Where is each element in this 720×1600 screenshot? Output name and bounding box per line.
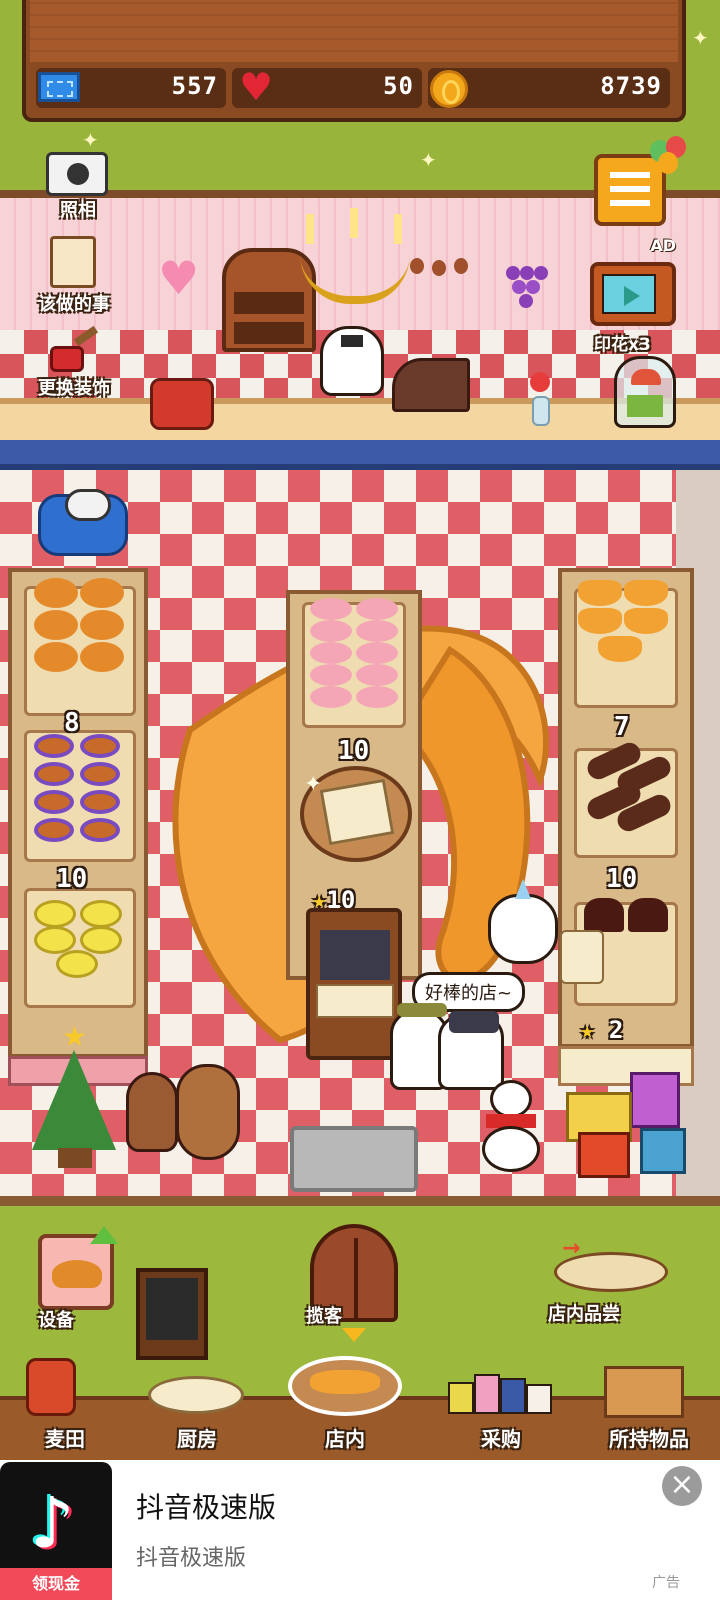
ad-badge: AD <box>650 236 676 255</box>
bread-loaf-decor <box>392 358 470 412</box>
ad-title[interactable]: 抖音极速版 <box>136 1486 276 1526</box>
unicorn-customer[interactable] <box>488 879 558 964</box>
shop-buildings-icon <box>448 1374 556 1414</box>
bread-basket-icon <box>288 1356 402 1416</box>
heart-ornament-icon: ♥ <box>158 251 200 305</box>
heart-icon: ♥ <box>238 65 274 109</box>
upgrade-arrow-icon <box>90 1226 118 1244</box>
todo-label: 该做的事 <box>38 294 110 315</box>
held-bread <box>560 930 604 984</box>
nav-label: 厨房 <box>177 1427 217 1451</box>
grapes-icon <box>502 258 550 316</box>
squirrel-customer[interactable] <box>126 1058 246 1166</box>
clipboard-icon <box>50 236 96 288</box>
ticket-icon <box>38 72 80 102</box>
photo-label: 照相 <box>60 200 96 221</box>
counter-base <box>0 440 720 470</box>
nav-label: 采购 <box>481 1427 521 1451</box>
cat-bed[interactable] <box>38 489 128 556</box>
sparkle-icon: ✦ <box>692 26 709 50</box>
center-mid-count: 10 <box>338 736 370 766</box>
onigiri-mascot[interactable] <box>320 326 384 396</box>
menu-board[interactable] <box>136 1268 208 1360</box>
croissant-stack-items <box>578 580 670 672</box>
telephone-icon[interactable] <box>150 378 214 430</box>
stamp-jar[interactable] <box>614 356 676 428</box>
photo-button[interactable]: 照相 <box>40 148 116 226</box>
tasting-button[interactable]: → 店内品尝 <box>548 1232 678 1328</box>
balloons-icon <box>650 136 694 210</box>
garland-icon <box>404 248 484 276</box>
croissant-items <box>34 578 128 674</box>
nav-kitchen[interactable]: 厨房 <box>132 1352 262 1460</box>
snowman-decor[interactable] <box>476 1074 546 1172</box>
hearts-value: 50 <box>383 72 414 100</box>
tickets-value: 557 <box>171 72 218 100</box>
attract-label: 揽客 <box>306 1306 342 1327</box>
paint-bucket-icon <box>50 325 100 372</box>
left-bottom-count: 10 <box>56 864 88 894</box>
arrow-right-icon: → <box>562 1236 581 1261</box>
right-mid-count: 7 <box>614 712 630 742</box>
todo-button[interactable]: 该做的事 <box>24 236 124 316</box>
coin-icon <box>430 70 468 108</box>
equipment-label: 设备 <box>38 1310 74 1331</box>
sandwich-items <box>319 778 395 846</box>
nav-wheat-field[interactable]: 麦田 <box>0 1352 130 1460</box>
pie-icon <box>38 1234 114 1310</box>
eclair-items <box>582 739 675 836</box>
gift-pile-decor[interactable] <box>560 1062 690 1182</box>
coins-value: 8739 <box>600 72 662 100</box>
cat-sleeping <box>65 489 111 521</box>
attract-customers-button[interactable]: 揽客 <box>306 1224 402 1354</box>
decor-label: 更换装饰 <box>38 378 110 399</box>
flower-vase-icon <box>520 372 564 428</box>
nav-inventory[interactable]: 所持物品 <box>584 1352 714 1460</box>
nav-label: 店内 <box>325 1427 365 1451</box>
sparkle-icon: ✦ <box>420 148 437 172</box>
pink-bun-items <box>310 598 400 710</box>
nav-shop[interactable]: 店内 <box>280 1352 410 1460</box>
play-icon <box>602 274 656 314</box>
lemon-bun-items <box>34 900 128 980</box>
ad-tag: 广告 <box>652 1574 680 1590</box>
ad-cash-badge: 领现金 <box>0 1568 112 1600</box>
decor-button[interactable]: 更换装饰 <box>24 325 124 402</box>
right-star-count: ★ 2 <box>580 1016 623 1044</box>
sparkle-icon: ✦ <box>304 772 323 797</box>
entrance-mat <box>290 1126 418 1192</box>
camera-icon <box>46 152 108 196</box>
wheat-bag-icon <box>26 1358 76 1416</box>
nav-label: 麦田 <box>45 1427 85 1451</box>
christmas-tree-decor[interactable]: ★ <box>24 1020 124 1170</box>
dough-icon <box>148 1376 244 1414</box>
tv-ad-button[interactable]: AD <box>590 236 676 326</box>
equipment-button[interactable]: 设备 <box>38 1226 118 1334</box>
pointer-arrow-icon <box>342 1328 366 1342</box>
donut-items <box>34 734 128 844</box>
chandelier-icon <box>300 208 410 304</box>
star-icon: ★ <box>580 1016 595 1044</box>
nav-purchase[interactable]: 采购 <box>436 1352 566 1460</box>
ad-subtitle: 抖音极速版 <box>136 1545 247 1570</box>
ad-close-button[interactable]: × <box>662 1466 702 1506</box>
cardboard-box-icon <box>604 1366 684 1418</box>
nav-label: 所持物品 <box>609 1427 689 1451</box>
stamp-label: 印花x3 <box>594 335 651 355</box>
right-bottom-count: 10 <box>606 864 638 894</box>
knife-rack[interactable] <box>306 908 402 1060</box>
resource-bar-wood <box>30 0 678 62</box>
right-stars-value: 2 <box>608 1016 624 1044</box>
tasting-label: 店内品尝 <box>548 1304 620 1325</box>
counter-top <box>0 398 720 440</box>
